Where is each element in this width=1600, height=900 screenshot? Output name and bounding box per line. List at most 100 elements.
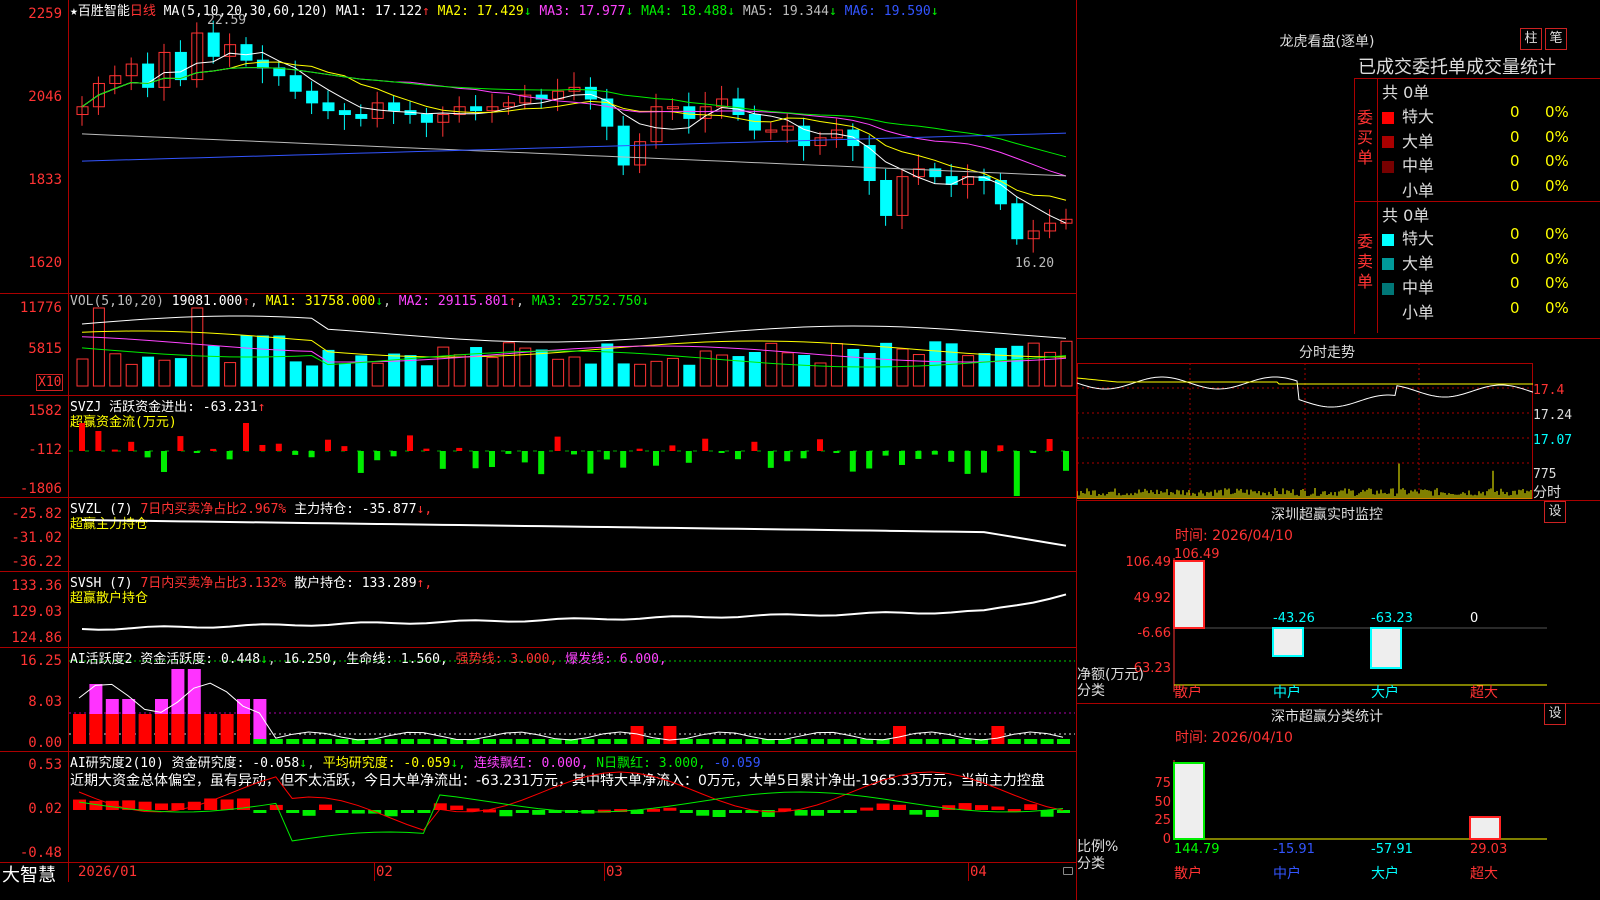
main-holding-chart[interactable]	[69, 498, 1075, 570]
volume-bar	[355, 355, 368, 387]
activity-bar	[991, 726, 1005, 744]
sz-class-value: 29.03	[1470, 842, 1507, 857]
volume-bar	[552, 358, 565, 387]
candle-body	[748, 114, 761, 131]
ai-active-axis-label: 16.25	[19, 653, 62, 669]
activity-bar	[1040, 739, 1054, 744]
stroke-view-button[interactable]: 笔	[1545, 28, 1567, 50]
volume-bar	[781, 352, 794, 387]
price-axis-label: 2259	[28, 6, 62, 22]
flow-bar	[489, 451, 495, 467]
flow-bar	[882, 451, 889, 456]
retail-holding-chart[interactable]	[69, 572, 1075, 646]
candle-body	[289, 75, 302, 92]
research-bar	[335, 810, 349, 813]
candle-body	[256, 59, 269, 69]
price-axis-label: 1833	[28, 172, 62, 188]
candle-body	[322, 102, 335, 112]
volume-bar	[256, 335, 269, 387]
flow-bar	[275, 443, 282, 451]
intraday-vol-label: 分时	[1533, 485, 1561, 501]
flow-bar	[899, 451, 905, 465]
volume-chart[interactable]	[69, 294, 1075, 394]
activity-bar	[679, 739, 693, 744]
sz-monitor-category: 超大	[1470, 685, 1498, 701]
flow-bar	[620, 451, 627, 468]
activity-bar	[1024, 739, 1038, 744]
candle-body	[470, 106, 483, 112]
low-price-label: 16.20	[1015, 256, 1055, 271]
volume-bar	[420, 365, 433, 387]
activity-bar	[893, 726, 906, 744]
sz-class-chart[interactable]: 75 50 25 0 比例%分类 144.79 -15.91 -57.91 29.03 散户 中户 大…	[1077, 742, 1600, 900]
volume-bar	[502, 342, 515, 387]
volume-bar	[207, 345, 220, 387]
intraday-chart[interactable]	[1077, 363, 1533, 499]
vol-axis-label: 5815	[28, 341, 62, 357]
x-title: 分类	[1077, 856, 1105, 872]
candle-body	[683, 106, 696, 119]
candlestick-chart[interactable]	[69, 0, 1075, 292]
buy-row-3: 中单 0 0%	[1382, 152, 1600, 176]
candle-body	[1011, 203, 1024, 240]
activity-bar	[319, 739, 332, 744]
sz-monitor-border	[1077, 500, 1600, 501]
sz-monitor-category: 散户	[1174, 684, 1202, 701]
research-bar	[712, 810, 726, 817]
volume-bar	[929, 341, 942, 387]
activity-bar	[925, 739, 939, 744]
candle-body	[240, 44, 253, 61]
volume-bar	[109, 353, 122, 387]
sz-monitor-chart[interactable]: 106.49 49.92 -6.66 -63.23 净额(万元)分类 106.49 -43.…	[1077, 540, 1600, 702]
research-bar	[532, 810, 546, 815]
candle-body	[207, 32, 220, 57]
column-view-button[interactable]: 柱	[1520, 28, 1542, 50]
volume-bar	[191, 307, 204, 387]
research-bar	[384, 810, 398, 817]
activity-bar	[942, 739, 956, 744]
svzj-axis-label: -112	[28, 442, 62, 458]
flow-bar	[308, 451, 315, 458]
flow-bar	[833, 451, 840, 453]
volume-bar	[847, 348, 860, 387]
research-bar	[351, 810, 365, 814]
flow-bar	[554, 436, 561, 451]
ai-activity-chart[interactable]	[69, 648, 1075, 750]
activity-bar	[269, 739, 283, 744]
fund-flow-chart[interactable]	[69, 396, 1075, 496]
flow-bar	[1046, 438, 1053, 451]
activity-bar	[827, 739, 841, 744]
volume-bar	[338, 363, 351, 387]
candle-body	[994, 179, 1007, 205]
sz-monitor-settings-button[interactable]: 设	[1544, 501, 1566, 523]
candle-body	[338, 110, 351, 116]
candle-body	[502, 102, 515, 108]
volume-bar	[224, 362, 237, 387]
research-bar	[1024, 804, 1038, 810]
activity-bar	[335, 739, 349, 744]
dragon-divider	[1377, 78, 1378, 333]
activity-bar	[499, 739, 513, 744]
activity-bar	[417, 739, 431, 744]
flow-bar	[587, 451, 594, 474]
flow-bar	[128, 441, 135, 451]
research-bar	[204, 798, 218, 810]
flow-bar	[1030, 451, 1037, 453]
research-bar	[696, 810, 710, 816]
vol-unit: X10	[36, 374, 64, 391]
sz-class-bar	[1469, 816, 1501, 840]
activity-bar	[548, 739, 562, 744]
flow-bar	[95, 431, 102, 451]
svzj-axis-label: 1582	[28, 403, 62, 419]
sz-class-axis-label: 0	[1163, 832, 1171, 847]
sz-class-settings-button[interactable]: 设	[1544, 703, 1566, 725]
buy-row-4: 小单 0 0%	[1382, 177, 1600, 201]
ai-research-chart[interactable]	[69, 752, 1075, 862]
chart-area[interactable]: ★百胜智能日线 MA(5,10,20,30,60,120) MA1: 17.12…	[0, 0, 1077, 900]
flow-bar	[817, 439, 823, 451]
candle-body	[863, 145, 876, 181]
volume-bar	[666, 357, 679, 387]
flow-bar	[259, 444, 266, 451]
high-price-label: 22.59	[207, 13, 247, 28]
flow-bar	[439, 451, 446, 469]
